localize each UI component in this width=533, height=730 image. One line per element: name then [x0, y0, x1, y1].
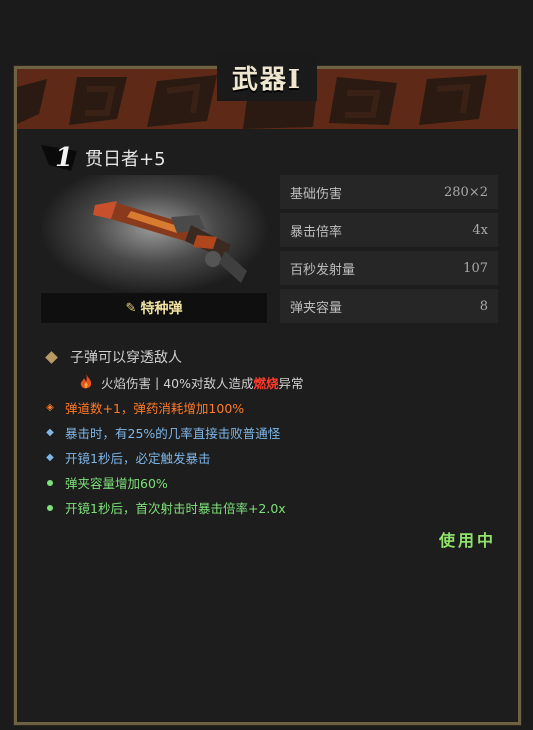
main-effect-text: 子弹可以穿透敌人 — [70, 350, 182, 366]
trait-text: 开镜1秒后，必定触发暴击 — [65, 451, 211, 466]
orange-diamond-icon: ◈ — [46, 402, 54, 413]
weapon-header: 1 贯日者+5 — [41, 141, 166, 175]
stat-label: 基础伤害 — [290, 186, 343, 202]
stat-value: 280×2 — [444, 184, 488, 200]
stat-value: 107 — [463, 260, 488, 276]
green-dot-icon — [47, 504, 53, 511]
diamond-icon — [45, 350, 58, 364]
trait-item: 弹夹容量增加60% — [43, 470, 503, 495]
damage-desc-suffix: 异常 — [278, 375, 304, 391]
blue-diamond-icon: ◆ — [46, 427, 54, 438]
blue-diamond-icon: ◆ — [46, 452, 54, 463]
effects-section: 子弹可以穿透敌人 火焰伤害 | 40%对敌人造成 燃烧 异常 ◈ 弹道数+1，弹药消… — [43, 345, 503, 520]
damage-desc-prefix: 40%对敌人造成 — [163, 375, 254, 391]
trait-text: 弹夹容量增加60% — [65, 476, 168, 491]
trait-item: ◆ 暴击时，有25%的几率直接击败普通怪 — [43, 420, 503, 445]
trait-item: ◈ 弹道数+1，弹药消耗增加100% — [43, 395, 503, 420]
damage-type: 火焰伤害 — [101, 375, 152, 391]
tier-badge: 1 — [41, 143, 79, 173]
main-effect: 子弹可以穿透敌人 — [43, 345, 503, 369]
stat-value: 8 — [479, 298, 488, 314]
stat-value: 4x — [472, 222, 488, 238]
green-dot-icon — [47, 479, 53, 486]
stat-label: 弹夹容量 — [290, 300, 343, 316]
weapon-image — [41, 175, 267, 293]
stat-row: 暴击倍率 4x — [280, 213, 498, 247]
burn-status: 燃烧 — [253, 375, 279, 391]
trait-text: 弹道数+1，弹药消耗增加100% — [65, 401, 245, 416]
ammo-type-bar: ✎ 特种弹 — [41, 293, 267, 323]
weapon-panel: 武器Ⅰ 1 贯日者+5 ✎ 特种弹 基础伤害 280×2 暴击倍率 4x 百秒发… — [13, 53, 522, 726]
tier-number: 1 — [55, 143, 74, 173]
fire-icon — [80, 374, 92, 389]
stat-label: 百秒发射量 — [290, 262, 356, 278]
ammo-type-label: 特种弹 — [140, 301, 183, 317]
trait-text: 暴击时，有25%的几率直接击败普通怪 — [65, 426, 281, 441]
trait-item: 开镜1秒后，首次射击时暴击倍率+2.0x — [43, 495, 503, 520]
trait-item: ◆ 开镜1秒后，必定触发暴击 — [43, 445, 503, 470]
rifle-icon — [93, 201, 247, 283]
stat-row: 基础伤害 280×2 — [280, 175, 498, 209]
stat-label: 暴击倍率 — [290, 224, 343, 240]
stat-row: 百秒发射量 107 — [280, 251, 498, 285]
title-plate: 武器Ⅰ — [217, 53, 317, 101]
stats-list: 基础伤害 280×2 暴击倍率 4x 百秒发射量 107 弹夹容量 8 — [280, 175, 498, 327]
panel-title: 武器Ⅰ — [231, 64, 303, 95]
weapon-name: 贯日者+5 — [85, 149, 166, 170]
separator: | — [155, 374, 160, 390]
stat-row: 弹夹容量 8 — [280, 289, 498, 323]
in-use-label: 使用中 — [438, 531, 496, 550]
damage-effect: 火焰伤害 | 40%对敌人造成 燃烧 异常 — [43, 369, 503, 395]
bullet-icon: ✎ — [125, 300, 137, 316]
trait-text: 开镜1秒后，首次射击时暴击倍率+2.0x — [65, 501, 286, 516]
